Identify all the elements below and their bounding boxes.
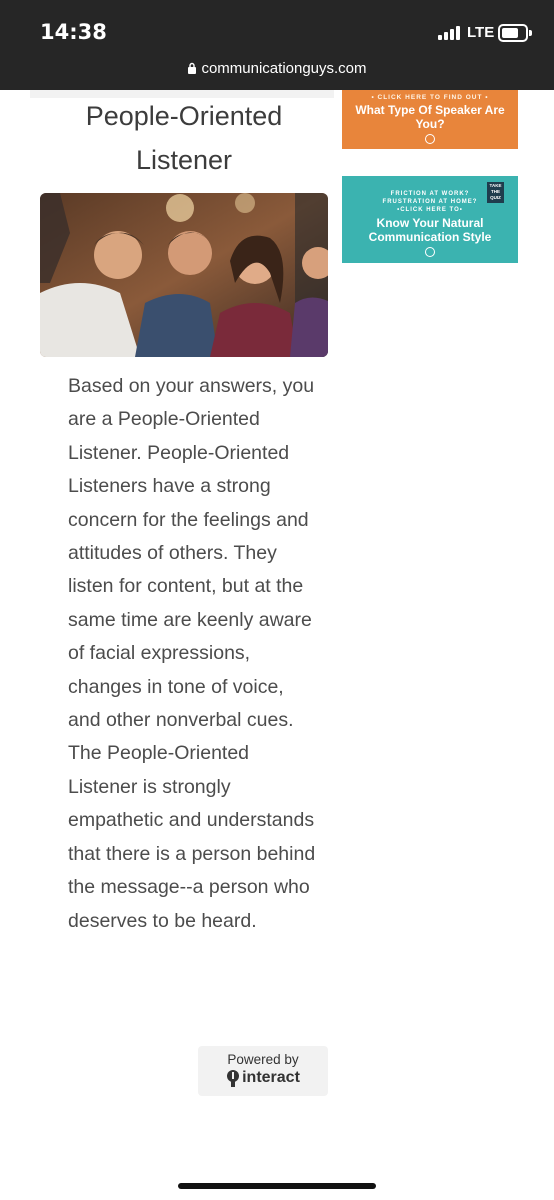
home-indicator[interactable] — [178, 1183, 376, 1189]
speaker-quiz-ad[interactable]: • CLICK HERE TO FIND OUT • What Type Of … — [342, 90, 518, 149]
lock-icon — [188, 62, 197, 74]
network-label: LTE — [467, 24, 495, 41]
take-quiz-badge: TAKE THE QUIZ — [487, 182, 504, 203]
battery-icon — [498, 24, 532, 42]
style-ad-cta: •CLICK HERE TO• — [397, 207, 463, 213]
brand-mark-icon — [425, 247, 435, 257]
hero-image — [40, 193, 328, 357]
signal-icon — [438, 26, 460, 40]
speaker-ad-cta: • CLICK HERE TO FIND OUT • — [371, 94, 489, 101]
interact-brand: interact — [242, 1069, 300, 1086]
brand-mark-icon — [425, 134, 435, 144]
result-description: Based on your answers, you are a People-… — [68, 375, 316, 932]
style-ad-headline: Know Your Natural Communication Style — [368, 216, 492, 244]
communication-style-ad[interactable]: TAKE THE QUIZ FRICTION AT WORK? FRUSTRAT… — [342, 176, 518, 263]
interact-logo-icon — [227, 1070, 240, 1087]
status-time: 14:38 — [40, 20, 107, 44]
speaker-ad-headline: What Type Of Speaker Are You? — [355, 103, 505, 131]
address-bar[interactable]: communicationguys.com — [0, 60, 554, 77]
powered-by-label: Powered by — [227, 1052, 299, 1067]
url-text: communicationguys.com — [201, 60, 367, 77]
status-bar: 14:38 LTE communicationguys.com — [0, 0, 554, 90]
powered-by-badge[interactable]: Powered by interact — [198, 1046, 328, 1096]
page-title: People-Oriented Listener — [85, 101, 283, 175]
